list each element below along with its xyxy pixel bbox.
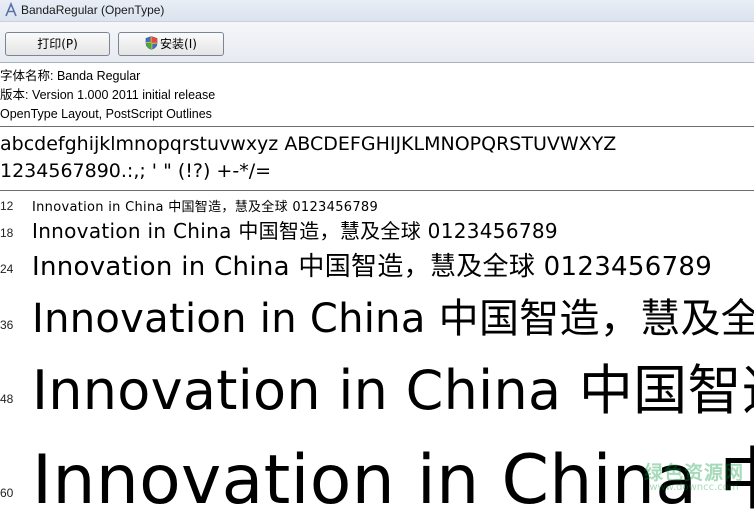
size-label-12: 12 (0, 199, 14, 213)
divider (0, 190, 754, 191)
font-version-line: 版本: Version 1.000 2011 initial release (0, 88, 216, 102)
print-button[interactable]: 打印(P) (5, 32, 110, 56)
charset-digits-symbols: 1234567890.:,; ' " (!?) +-*/= (0, 160, 272, 182)
size-label-18: 18 (0, 226, 14, 240)
toolbar: 打印(P) 安装(I) (0, 22, 754, 63)
charset-letters: abcdefghijklmnopqrstuvwxyz ABCDEFGHIJKLM… (0, 133, 617, 155)
sample-text-12: Innovation in China 中国智造，慧及全球 0123456789 (32, 200, 379, 215)
sample-text-36: Innovation in China 中国智造，慧及全球 0123456789 (32, 296, 754, 342)
title-bar: BandaRegular (OpenType) (0, 0, 754, 22)
font-viewer-icon (3, 1, 19, 18)
divider (0, 126, 754, 127)
window-title: BandaRegular (OpenType) (21, 3, 165, 17)
sample-text-18: Innovation in China 中国智造，慧及全球 0123456789 (32, 219, 558, 243)
uac-shield-icon (145, 35, 158, 50)
install-button[interactable]: 安装(I) (118, 32, 224, 56)
size-label-24: 24 (0, 262, 14, 276)
size-label-60: 60 (0, 486, 14, 500)
install-button-label: 安装(I) (160, 37, 197, 51)
print-button-label: 打印(P) (37, 37, 78, 51)
sample-text-24: Innovation in China 中国智造，慧及全球 0123456789 (32, 252, 713, 282)
watermark-subtext: www.downcc.com (649, 482, 739, 493)
font-name-line: 字体名称: Banda Regular (0, 69, 141, 83)
sample-text-48: Innovation in China 中国智造，慧及全球 0123456789 (32, 359, 754, 422)
font-type-line: OpenType Layout, PostScript Outlines (0, 107, 212, 121)
font-info: 字体名称: Banda Regular 版本: Version 1.000 20… (0, 67, 215, 124)
watermark-text: 绿色资源网 (643, 462, 744, 484)
size-label-48: 48 (0, 392, 14, 406)
watermark: 绿色资源网 www.downcc.com (644, 458, 744, 493)
size-label-36: 36 (0, 318, 14, 332)
